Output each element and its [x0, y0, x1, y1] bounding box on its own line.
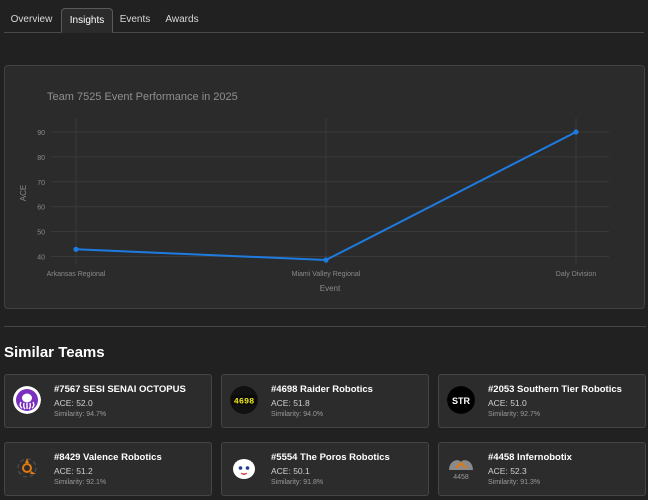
team-ace: ACE: 52.0	[54, 398, 93, 408]
team-similarity: Similarity: 94.7%	[54, 411, 107, 418]
similar-teams-heading: Similar Teams	[4, 344, 105, 361]
chart-title: Team 7525 Event Performance in 2025	[47, 91, 238, 103]
y-axis-label: ACE	[19, 185, 28, 201]
tab-bar: Overview Insights Events Awards	[4, 8, 644, 33]
team-ace: ACE: 51.8	[271, 398, 310, 408]
performance-chart: Team 7525 Event Performance in 2025 40 50 6…	[19, 91, 609, 293]
y-tick-label: 50	[37, 230, 45, 237]
valence-logo-icon	[13, 454, 41, 482]
team-ace: ACE: 51.0	[488, 398, 527, 408]
data-point	[573, 129, 579, 135]
team-name: #2053 Southern Tier Robotics	[488, 384, 622, 395]
str-logo-icon: STR	[447, 386, 475, 414]
infernobotix-logo-icon: 4458	[447, 454, 475, 482]
4698-logo-icon: 4698	[230, 386, 258, 414]
similar-team-card[interactable]: STR #2053 Southern Tier Robotics ACE: 51…	[438, 374, 646, 428]
svg-text:STR: STR	[452, 396, 471, 406]
x-tick-label: Daly Division	[556, 271, 597, 278]
team-name: #8429 Valence Robotics	[54, 452, 162, 463]
similar-team-card[interactable]: 4698 #4698 Raider Robotics ACE: 51.8 Sim…	[221, 374, 429, 428]
team-similarity: Similarity: 94.0%	[271, 411, 324, 418]
team-similarity: Similarity: 92.7%	[488, 411, 541, 418]
svg-text:4458: 4458	[453, 474, 469, 481]
octopus-logo-icon	[13, 386, 41, 414]
team-similarity: Similarity: 92.1%	[54, 479, 107, 486]
y-tick-label: 40	[37, 255, 45, 262]
team-name: #4698 Raider Robotics	[271, 384, 373, 395]
similar-team-card[interactable]: #8429 Valence Robotics ACE: 51.2 Similar…	[4, 442, 212, 496]
performance-chart-card: Team 7525 Event Performance in 2025 40 50 6…	[4, 65, 645, 309]
team-ace: ACE: 52.3	[488, 466, 527, 476]
x-tick-label: Arkansas Regional	[47, 271, 106, 278]
svg-text:4698: 4698	[234, 397, 254, 407]
team-similarity: Similarity: 91.3%	[488, 479, 541, 486]
data-point	[323, 257, 329, 263]
similar-team-card[interactable]: #7567 SESI SENAI OCTOPUS ACE: 52.0 Simil…	[4, 374, 212, 428]
section-divider	[4, 326, 646, 327]
team-name: #4458 Infernobotix	[488, 452, 572, 463]
tab-overview[interactable]: Overview	[4, 8, 59, 32]
team-ace: ACE: 50.1	[271, 466, 310, 476]
x-tick-label: Miami Valley Regional	[292, 271, 361, 278]
team-similarity: Similarity: 91.8%	[271, 479, 324, 486]
y-tick-label: 70	[37, 180, 45, 187]
data-point	[73, 246, 79, 252]
y-tick-label: 60	[37, 205, 45, 212]
tab-events[interactable]: Events	[114, 8, 156, 32]
team-ace: ACE: 51.2	[54, 466, 93, 476]
similar-team-card[interactable]: 4458 #4458 Infernobotix ACE: 52.3 Simila…	[438, 442, 646, 496]
tab-awards[interactable]: Awards	[159, 8, 205, 32]
poros-logo-icon	[230, 454, 258, 482]
y-tick-label: 90	[37, 130, 45, 137]
team-name: #7567 SESI SENAI OCTOPUS	[54, 384, 186, 395]
x-axis-label: Event	[320, 284, 341, 293]
y-tick-label: 80	[37, 155, 45, 162]
tab-insights[interactable]: Insights	[61, 8, 113, 33]
similar-team-card[interactable]: #5554 The Poros Robotics ACE: 50.1 Simil…	[221, 442, 429, 496]
team-name: #5554 The Poros Robotics	[271, 452, 390, 463]
